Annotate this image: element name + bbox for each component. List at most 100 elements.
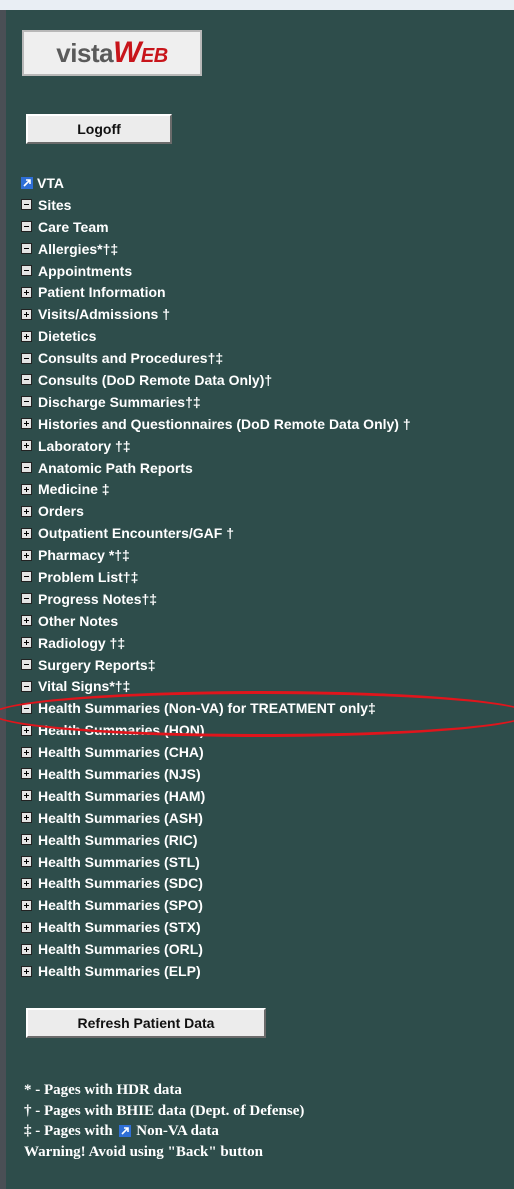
expand-plus-icon[interactable]	[21, 877, 32, 889]
nav-item-label[interactable]: Laboratory †‡	[38, 438, 131, 454]
nav-item[interactable]: Allergies*†‡	[21, 238, 511, 260]
nav-item[interactable]: Health Summaries (HON)	[21, 719, 511, 741]
collapse-minus-icon[interactable]	[21, 659, 32, 671]
nav-item[interactable]: Medicine ‡	[21, 478, 511, 500]
nav-item[interactable]: Health Summaries (ASH)	[21, 807, 511, 829]
nav-item[interactable]: Problem List†‡	[21, 566, 511, 588]
nav-item[interactable]: Visits/Admissions †	[21, 303, 511, 325]
nav-item[interactable]: Health Summaries (RIC)	[21, 829, 511, 851]
nav-item[interactable]: Health Summaries (STL)	[21, 851, 511, 873]
nav-item[interactable]: Consults (DoD Remote Data Only)†	[21, 369, 511, 391]
nav-item[interactable]: Vital Signs*†‡	[21, 675, 511, 697]
nav-item-label[interactable]: Health Summaries (CHA)	[38, 744, 204, 760]
nav-item-label[interactable]: Orders	[38, 503, 84, 519]
nav-item-label[interactable]: Surgery Reports‡	[38, 657, 155, 673]
nav-item-label[interactable]: Anatomic Path Reports	[38, 460, 193, 476]
collapse-minus-icon[interactable]	[21, 702, 32, 714]
nav-item[interactable]: Health Summaries (CHA)	[21, 741, 511, 763]
nav-item-label[interactable]: Health Summaries (SDC)	[38, 875, 203, 891]
nav-item-label[interactable]: Health Summaries (SPO)	[38, 897, 203, 913]
expand-plus-icon[interactable]	[21, 834, 32, 846]
expand-plus-icon[interactable]	[21, 418, 32, 430]
nav-item-label[interactable]: Radiology †‡	[38, 635, 125, 651]
nav-item-label[interactable]: Health Summaries (STL)	[38, 854, 200, 870]
nav-item-label[interactable]: Outpatient Encounters/GAF †	[38, 525, 234, 541]
nav-item-label[interactable]: Health Summaries (ELP)	[38, 963, 201, 979]
nav-item-label[interactable]: Dietetics	[38, 328, 96, 344]
expand-plus-icon[interactable]	[21, 308, 32, 320]
nav-item-label[interactable]: Vital Signs*†‡	[38, 678, 130, 694]
nav-item[interactable]: Consults and Procedures†‡	[21, 347, 511, 369]
nav-item-label[interactable]: Progress Notes†‡	[38, 591, 157, 607]
nav-item[interactable]: Pharmacy *†‡	[21, 544, 511, 566]
nav-item[interactable]: Radiology †‡	[21, 632, 511, 654]
nav-item-label[interactable]: Care Team	[38, 219, 109, 235]
expand-plus-icon[interactable]	[21, 965, 32, 977]
nav-item-label[interactable]: Other Notes	[38, 613, 118, 629]
expand-plus-icon[interactable]	[21, 856, 32, 868]
collapse-minus-icon[interactable]	[21, 243, 32, 255]
nav-item[interactable]: Health Summaries (ORL)	[21, 938, 511, 960]
nav-item[interactable]: Health Summaries (HAM)	[21, 785, 511, 807]
collapse-minus-icon[interactable]	[21, 199, 32, 211]
logoff-button[interactable]: Logoff	[26, 114, 172, 144]
nav-item[interactable]: Anatomic Path Reports	[21, 457, 511, 479]
collapse-minus-icon[interactable]	[21, 221, 32, 233]
expand-plus-icon[interactable]	[21, 746, 32, 758]
nav-item-label[interactable]: Patient Information	[38, 284, 166, 300]
nav-item[interactable]: Outpatient Encounters/GAF †	[21, 522, 511, 544]
nav-item[interactable]: Care Team	[21, 216, 511, 238]
expand-plus-icon[interactable]	[21, 921, 32, 933]
nav-item-label[interactable]: Sites	[38, 197, 71, 213]
nav-item[interactable]: Sites	[21, 194, 511, 216]
nav-item[interactable]: Histories and Questionnaires (DoD Remote…	[21, 413, 511, 435]
nav-item-label[interactable]: Problem List†‡	[38, 569, 138, 585]
collapse-minus-icon[interactable]	[21, 571, 32, 583]
expand-plus-icon[interactable]	[21, 790, 32, 802]
expand-plus-icon[interactable]	[21, 286, 32, 298]
collapse-minus-icon[interactable]	[21, 374, 32, 386]
nav-item-label[interactable]: Health Summaries (HON)	[38, 722, 204, 738]
expand-plus-icon[interactable]	[21, 527, 32, 539]
nav-item[interactable]: Health Summaries (Non-VA) for TREATMENT …	[21, 697, 511, 719]
nav-item-label[interactable]: Health Summaries (STX)	[38, 919, 201, 935]
collapse-minus-icon[interactable]	[21, 265, 32, 276]
nav-item-label[interactable]: Health Summaries (Non-VA) for TREATMENT …	[38, 700, 376, 716]
nav-item-label[interactable]: Medicine ‡	[38, 481, 110, 497]
expand-plus-icon[interactable]	[21, 943, 32, 955]
nav-item-label[interactable]: Histories and Questionnaires (DoD Remote…	[38, 416, 411, 432]
nav-item[interactable]: Surgery Reports‡	[21, 654, 511, 676]
expand-plus-icon[interactable]	[21, 724, 32, 736]
nav-item-label[interactable]: Consults (DoD Remote Data Only)†	[38, 372, 272, 388]
nav-item-label[interactable]: Health Summaries (ORL)	[38, 941, 203, 957]
collapse-minus-icon[interactable]	[21, 462, 32, 474]
external-link-icon[interactable]	[21, 176, 33, 189]
expand-plus-icon[interactable]	[21, 549, 32, 561]
collapse-minus-icon[interactable]	[21, 396, 32, 408]
refresh-patient-data-button[interactable]: Refresh Patient Data	[26, 1008, 266, 1038]
nav-item[interactable]: Health Summaries (ELP)	[21, 960, 511, 982]
nav-item-label[interactable]: Appointments	[38, 263, 132, 279]
nav-item-label[interactable]: Allergies*†‡	[38, 241, 118, 257]
nav-item-label[interactable]: Pharmacy *†‡	[38, 547, 130, 563]
nav-item-label[interactable]: Health Summaries (RIC)	[38, 832, 197, 848]
expand-plus-icon[interactable]	[21, 768, 32, 780]
nav-item[interactable]: Discharge Summaries†‡	[21, 391, 511, 413]
nav-item-label[interactable]: Health Summaries (HAM)	[38, 788, 205, 804]
nav-item[interactable]: Health Summaries (STX)	[21, 916, 511, 938]
nav-item-label[interactable]: Discharge Summaries†‡	[38, 394, 201, 410]
nav-item[interactable]: VTA	[21, 172, 511, 194]
nav-item-label[interactable]: Visits/Admissions †	[38, 306, 170, 322]
nav-item[interactable]: Progress Notes†‡	[21, 588, 511, 610]
nav-item-label[interactable]: Consults and Procedures†‡	[38, 350, 223, 366]
expand-plus-icon[interactable]	[21, 505, 32, 517]
expand-plus-icon[interactable]	[21, 483, 32, 495]
nav-item-label[interactable]: Health Summaries (NJS)	[38, 766, 201, 782]
nav-item[interactable]: Health Summaries (SDC)	[21, 873, 511, 895]
nav-item[interactable]: Other Notes	[21, 610, 511, 632]
collapse-minus-icon[interactable]	[21, 680, 32, 692]
expand-plus-icon[interactable]	[21, 899, 32, 911]
expand-plus-icon[interactable]	[21, 812, 32, 824]
nav-item[interactable]: Patient Information	[21, 281, 511, 303]
expand-plus-icon[interactable]	[21, 330, 32, 342]
